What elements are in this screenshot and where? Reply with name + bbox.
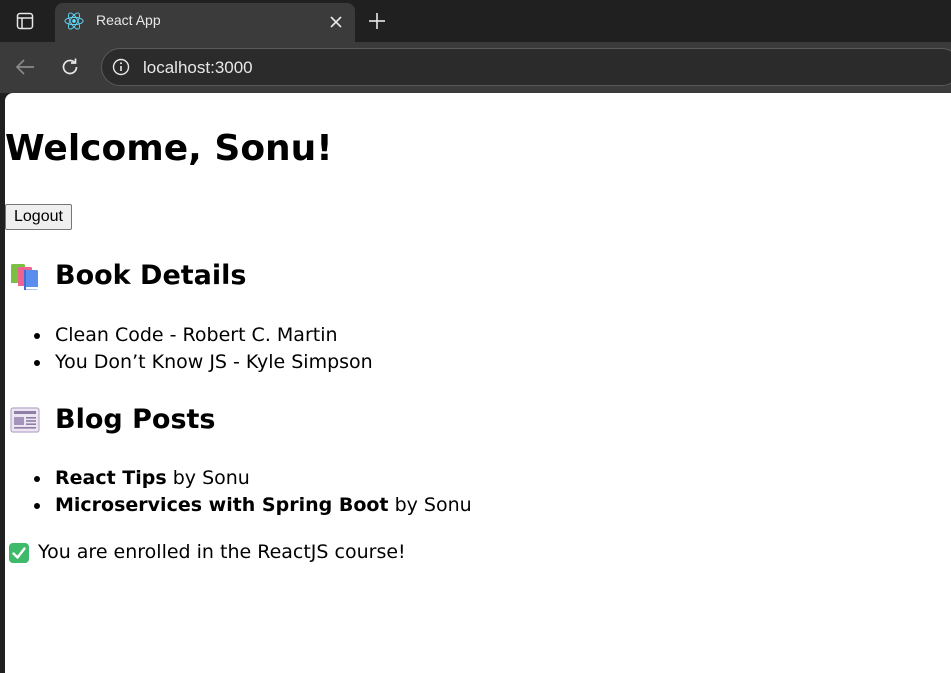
plus-icon [369,13,385,29]
bullet [34,476,40,482]
bullet [34,360,40,366]
tab-title: React App [96,12,161,28]
book-list: Clean Code - Robert C. Martin You Don’t … [5,322,373,376]
url-text[interactable]: localhost:3000 [143,58,253,78]
tab-actions-button[interactable] [8,6,42,36]
list-item: React Tips by Sonu [5,465,472,492]
list-item: Clean Code - Robert C. Martin [5,322,373,349]
book-details-heading-text: Book Details [55,260,247,291]
blog-posts-heading-text: Blog Posts [55,404,216,435]
logout-button[interactable]: Logout [5,204,72,230]
bullet [34,333,40,339]
browser-toolbar: localhost:3000 [0,42,951,93]
blog-posts-heading: Blog Posts [9,404,216,436]
browser-tab[interactable]: React App [55,3,355,42]
page-viewport: Welcome, Sonu! Logout Book Details Clean… [5,93,951,673]
list-item: Microservices with Spring Boot by Sonu [5,492,472,519]
post-byline: by Sonu [394,494,472,516]
info-icon [112,58,130,76]
bullet [34,503,40,509]
welcome-heading: Welcome, Sonu! [5,128,333,169]
check-mark-icon [9,542,29,563]
tab-strip: React App [0,0,951,42]
book-title: Clean Code - Robert C. Martin [55,324,338,346]
post-title: React Tips [55,467,167,489]
back-button[interactable] [10,52,40,82]
react-logo-icon [64,12,84,30]
reload-button[interactable] [55,52,85,82]
enrollment-status: You are enrolled in the ReactJS course! [9,539,406,566]
enrollment-text: You are enrolled in the ReactJS course! [38,541,406,563]
newspaper-icon [10,407,40,433]
tab-close-button[interactable] [325,11,347,33]
blog-post-list: React Tips by Sonu Microservices with Sp… [5,465,472,519]
site-info-button[interactable] [111,57,131,77]
book-details-heading: Book Details [9,260,246,292]
post-title: Microservices with Spring Boot [55,494,389,516]
book-title: You Don’t Know JS - Kyle Simpson [55,351,373,373]
back-arrow-icon [15,59,34,75]
address-bar[interactable]: localhost:3000 [101,48,951,86]
new-tab-button[interactable] [362,6,392,36]
list-item: You Don’t Know JS - Kyle Simpson [5,349,373,376]
close-icon [330,16,342,28]
post-byline: by Sonu [172,467,250,489]
books-icon [11,264,38,290]
tab-actions-icon [16,12,34,30]
reload-icon [62,58,78,75]
